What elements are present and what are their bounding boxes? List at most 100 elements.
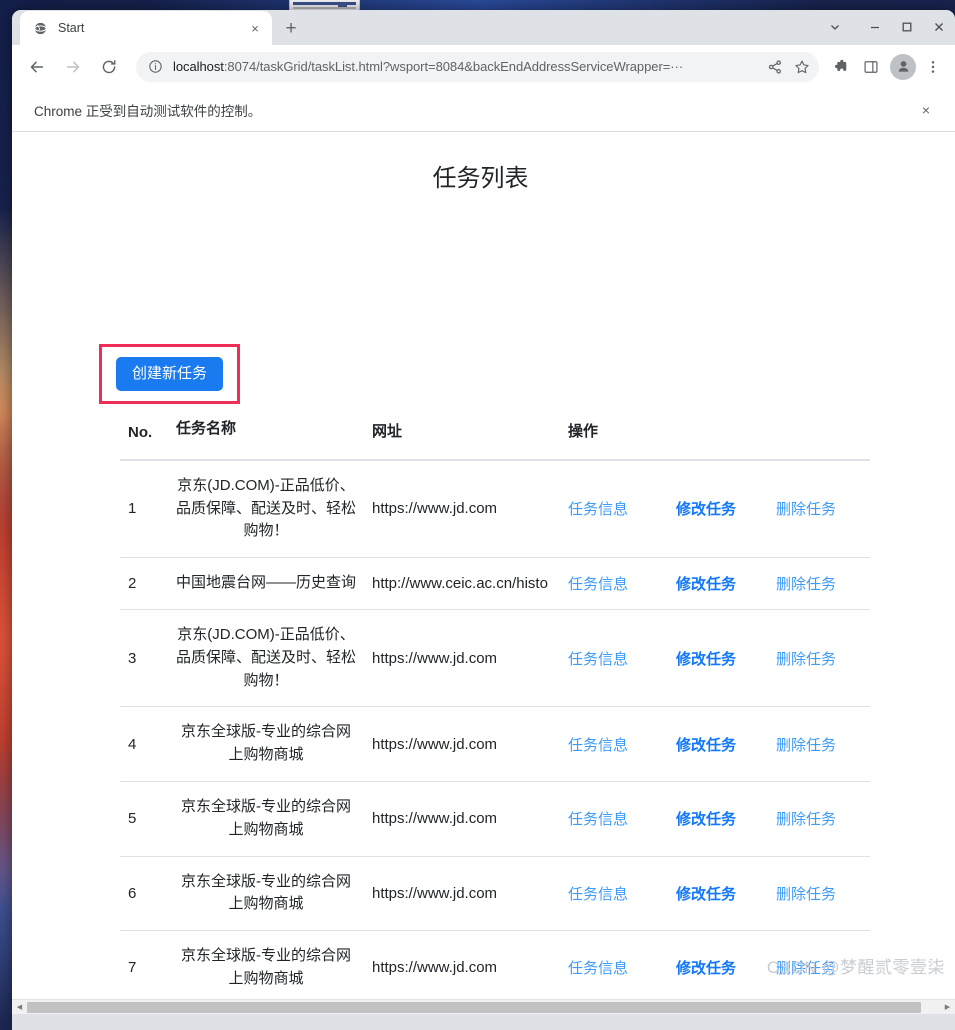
task-info-link-cell: 任务信息 — [560, 706, 668, 782]
delete-task-link[interactable]: 删除任务 — [776, 651, 836, 668]
delete-task-link-cell: 删除任务 — [768, 459, 870, 559]
task-info-link[interactable]: 任务信息 — [568, 886, 628, 903]
delete-task-link[interactable]: 删除任务 — [776, 576, 836, 593]
profile-avatar-icon[interactable] — [890, 53, 916, 80]
scroll-left-arrow-icon[interactable]: ◀ — [12, 999, 27, 1014]
tab-search-chevron-down-icon[interactable] — [819, 10, 851, 44]
table-row: 3 京东(JD.COM)-正品低价、品质保障、配送及时、轻松购物！ https://… — [120, 609, 870, 708]
task-row-url: https://www.jd.com — [364, 856, 560, 932]
back-button-icon[interactable] — [22, 52, 52, 82]
table-row: 7 京东全球版-专业的综合网上购物商城 https://www.jd.com 任务信息… — [120, 930, 870, 1006]
horizontal-scrollbar-track[interactable] — [27, 999, 940, 1014]
task-info-link-cell: 任务信息 — [560, 609, 668, 708]
edit-task-link[interactable]: 修改任务 — [676, 811, 736, 828]
task-info-link[interactable]: 任务信息 — [568, 651, 628, 668]
task-row-url: https://www.jd.com — [364, 930, 560, 1006]
star-icon[interactable] — [788, 53, 815, 80]
delete-task-link[interactable]: 删除任务 — [776, 811, 836, 828]
task-info-link-cell: 任务信息 — [560, 781, 668, 857]
site-info-icon[interactable] — [147, 58, 164, 75]
reload-button-icon[interactable] — [94, 52, 124, 82]
task-row-number: 7 — [120, 930, 168, 1006]
delete-task-link[interactable]: 删除任务 — [776, 737, 836, 754]
task-row-number: 2 — [120, 557, 168, 610]
edit-task-link[interactable]: 修改任务 — [676, 576, 736, 593]
delete-task-link-cell: 删除任务 — [768, 781, 870, 857]
table-row: 5 京东全球版-专业的综合网上购物商城 https://www.jd.com 任务信息… — [120, 781, 870, 857]
task-info-link[interactable]: 任务信息 — [568, 811, 628, 828]
task-info-link[interactable]: 任务信息 — [568, 501, 628, 518]
tab-close-icon[interactable]: × — [246, 19, 264, 37]
delete-task-link-cell: 删除任务 — [768, 706, 870, 782]
column-header-name: 任务名称 — [168, 409, 364, 461]
task-row-name: 京东(JD.COM)-正品低价、品质保障、配送及时、轻松购物！ — [168, 459, 364, 559]
task-info-link-cell: 任务信息 — [560, 459, 668, 559]
edit-task-link[interactable]: 修改任务 — [676, 960, 736, 977]
column-header-spacer-1 — [668, 409, 768, 461]
table-row: 6 京东全球版-专业的综合网上购物商城 https://www.jd.com 任务信息… — [120, 856, 870, 932]
url-path: :8074/taskGrid/taskList.html?wsport=8084… — [223, 59, 684, 74]
address-bar[interactable]: localhost:8074/taskGrid/taskList.html?ws… — [136, 51, 819, 82]
task-row-number: 3 — [120, 609, 168, 708]
edit-task-link[interactable]: 修改任务 — [676, 501, 736, 518]
horizontal-scrollbar-thumb[interactable] — [27, 1001, 921, 1013]
task-row-name: 京东全球版-专业的综合网上购物商城 — [168, 930, 364, 1006]
edit-task-link-cell: 修改任务 — [668, 781, 768, 857]
delete-task-link-cell: 删除任务 — [768, 557, 870, 610]
edit-task-link-cell: 修改任务 — [668, 706, 768, 782]
create-task-highlight-box: 创建新任务 — [99, 344, 241, 404]
window-controls — [819, 10, 955, 44]
edit-task-link[interactable]: 修改任务 — [676, 886, 736, 903]
desktop-background: Start × + localhost:8074/taskGrid/taskLi… — [0, 0, 955, 1030]
puzzle-icon[interactable] — [826, 52, 854, 82]
infobar-close-icon[interactable]: × — [915, 99, 937, 121]
horizontal-scrollbar[interactable]: ◀ ▶ — [12, 999, 955, 1014]
edit-task-link[interactable]: 修改任务 — [676, 737, 736, 754]
task-row-name: 京东全球版-专业的综合网上购物商城 — [168, 706, 364, 782]
task-row-number: 5 — [120, 781, 168, 857]
task-info-link[interactable]: 任务信息 — [568, 960, 628, 977]
edit-task-link-cell: 修改任务 — [668, 557, 768, 610]
window-close-button[interactable] — [923, 10, 955, 44]
automation-infobar: Chrome 正受到自动测试软件的控制。 × — [12, 89, 955, 132]
task-info-link[interactable]: 任务信息 — [568, 737, 628, 754]
edit-task-link-cell: 修改任务 — [668, 609, 768, 708]
task-row-name: 京东全球版-专业的综合网上购物商城 — [168, 781, 364, 857]
create-task-button[interactable]: 创建新任务 — [116, 357, 224, 391]
edit-task-link[interactable]: 修改任务 — [676, 651, 736, 668]
page-viewport: 任务列表 创建新任务 No. 任务名称 网址 操作 1 京东(JD.COM)-正… — [12, 132, 955, 1014]
side-panel-icon[interactable] — [857, 52, 885, 82]
automation-infobar-text: Chrome 正受到自动测试软件的控制。 — [34, 104, 262, 119]
window-maximize-button[interactable] — [891, 10, 923, 44]
task-table-container: No. 任务名称 网址 操作 1 京东(JD.COM)-正品低价、品质保障、配送及… — [120, 409, 870, 1006]
new-tab-button[interactable]: + — [276, 13, 306, 43]
browser-toolbar: localhost:8074/taskGrid/taskList.html?ws… — [12, 45, 955, 89]
window-minimize-button[interactable] — [859, 10, 891, 44]
task-row-url: https://www.jd.com — [364, 609, 560, 708]
task-info-link[interactable]: 任务信息 — [568, 576, 628, 593]
page-title: 任务列表 — [432, 165, 529, 192]
task-row-name: 京东全球版-专业的综合网上购物商城 — [168, 856, 364, 932]
edit-task-link-cell: 修改任务 — [668, 459, 768, 559]
delete-task-link-cell: 删除任务 — [768, 609, 870, 708]
column-header-no: No. — [120, 409, 168, 461]
forward-button-icon[interactable] — [58, 52, 88, 82]
delete-task-link[interactable]: 删除任务 — [776, 886, 836, 903]
edit-task-link-cell: 修改任务 — [668, 856, 768, 932]
task-table-header-row: No. 任务名称 网址 操作 — [120, 409, 870, 461]
task-info-link-cell: 任务信息 — [560, 930, 668, 1006]
delete-task-link[interactable]: 删除任务 — [776, 501, 836, 518]
share-icon[interactable] — [761, 53, 788, 80]
browser-tab-start[interactable]: Start × — [20, 11, 272, 45]
task-row-url: https://www.jd.com — [364, 781, 560, 857]
task-row-number: 6 — [120, 856, 168, 932]
table-row: 4 京东全球版-专业的综合网上购物商城 https://www.jd.com 任务信息… — [120, 706, 870, 782]
column-header-url: 网址 — [364, 409, 560, 461]
three-dot-menu-icon[interactable] — [919, 52, 947, 82]
url-text: localhost:8074/taskGrid/taskList.html?ws… — [173, 59, 761, 74]
task-row-number: 4 — [120, 706, 168, 782]
task-info-link-cell: 任务信息 — [560, 557, 668, 610]
scroll-right-arrow-icon[interactable]: ▶ — [940, 999, 955, 1014]
tab-strip: Start × + — [12, 10, 955, 45]
delete-task-link-cell: 删除任务 — [768, 856, 870, 932]
